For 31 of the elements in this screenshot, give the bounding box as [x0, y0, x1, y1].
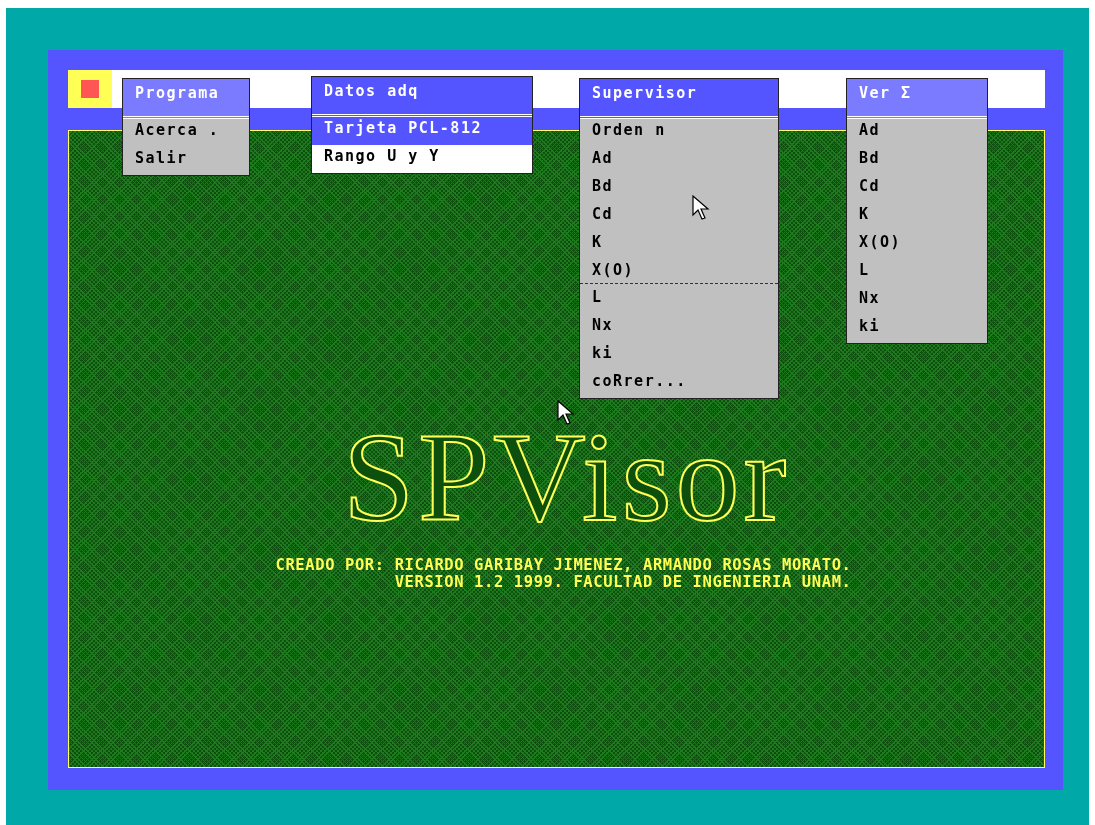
- menu-item[interactable]: Salir: [123, 147, 249, 175]
- credits-text: VERSION 1.2 1999. FACULTAD DE INGENIERIA UNAM.: [394, 574, 852, 592]
- menu-item[interactable]: X(O): [580, 259, 778, 287]
- mouse-pointer-icon: [692, 195, 710, 221]
- menu-item[interactable]: Rango U y Y: [312, 145, 532, 173]
- credits-text: CREADO POR: RICARDO GARIBAY JIMENEZ, ARMANDO ROSAS MORATO.: [275, 557, 852, 575]
- menu-item[interactable]: Bd: [580, 175, 778, 203]
- logo-title: SPVisor: [342, 431, 791, 524]
- close-icon: [81, 80, 99, 98]
- menu-item[interactable]: K: [847, 203, 987, 231]
- close-box[interactable]: [68, 70, 112, 108]
- menu-item[interactable]: ki: [847, 315, 987, 343]
- menu-item[interactable]: Bd: [847, 147, 987, 175]
- menu-item[interactable]: K: [580, 231, 778, 259]
- menu-item[interactable]: Acerca .: [123, 119, 249, 147]
- menu-item[interactable]: Ad: [847, 119, 987, 147]
- menu-title[interactable]: Datos adq: [312, 77, 532, 117]
- mouse-pointer-icon: [557, 400, 575, 426]
- menu-item[interactable]: L: [580, 286, 778, 314]
- menu-item[interactable]: Nx: [580, 314, 778, 342]
- menu-item[interactable]: ki: [580, 342, 778, 370]
- menu-title[interactable]: Supervisor: [580, 79, 778, 119]
- menu-item[interactable]: Ad: [580, 147, 778, 175]
- menu-item[interactable]: Nx: [847, 287, 987, 315]
- menu-item[interactable]: L: [847, 259, 987, 287]
- menu-item[interactable]: coRrer...: [580, 370, 778, 398]
- menu-item[interactable]: Cd: [847, 175, 987, 203]
- menu-item[interactable]: Cd: [580, 203, 778, 231]
- menu-item[interactable]: Orden n: [580, 119, 778, 147]
- menu-item[interactable]: X(O): [847, 231, 987, 259]
- menu-item[interactable]: Tarjeta PCL-812: [312, 117, 532, 145]
